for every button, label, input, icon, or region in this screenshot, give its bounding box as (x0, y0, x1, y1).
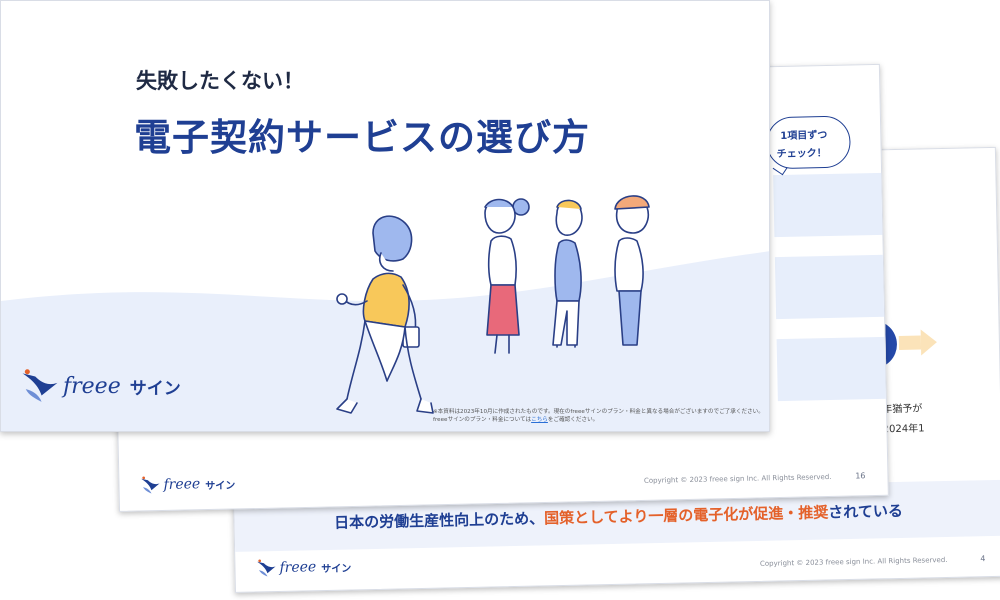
arrow-head (920, 329, 938, 356)
slide-footer: freee サイン Copyright © 2023 freee sign In… (255, 543, 986, 588)
pricing-link[interactable]: こちら (531, 417, 548, 423)
checklist-row (774, 254, 887, 320)
page-number: 4 (980, 554, 986, 564)
bird-logo-icon (141, 476, 160, 494)
freee-sign-logo: freee サイン (19, 367, 181, 405)
checklist-row (773, 172, 885, 238)
disclaimer-note: ※本資料は2023年10月に作成されたものです。現在のfreeeサインのプラン・… (433, 409, 764, 423)
speech-bubble (765, 115, 851, 170)
waiting-person-man (552, 199, 583, 348)
bubble-text-2: チェック！ (776, 148, 827, 161)
checklist-row (776, 336, 888, 402)
page-number: 16 (855, 471, 866, 481)
arrow-right-icon (898, 335, 922, 350)
waiting-person-beanie (614, 195, 650, 346)
walking-person (336, 215, 434, 414)
copyright: Copyright © 2023 freee sign Inc. All Rig… (759, 555, 948, 568)
bird-logo-icon (22, 369, 58, 402)
bubble-text-1: 1項目ずつ (780, 129, 828, 142)
copyright: Copyright © 2023 freee sign Inc. All Rig… (643, 472, 832, 485)
freee-sign-logo: freee サイン (139, 473, 235, 495)
bird-logo-icon (257, 559, 276, 577)
waiting-person-woman (484, 198, 530, 354)
side-text-1: 年猶予が (882, 403, 923, 416)
slide-cover: 失敗したくない！ 電子契約サービスの選び方 freee サイン ※本資料は202… (0, 0, 770, 432)
freee-sign-logo: freee サイン (255, 556, 351, 578)
